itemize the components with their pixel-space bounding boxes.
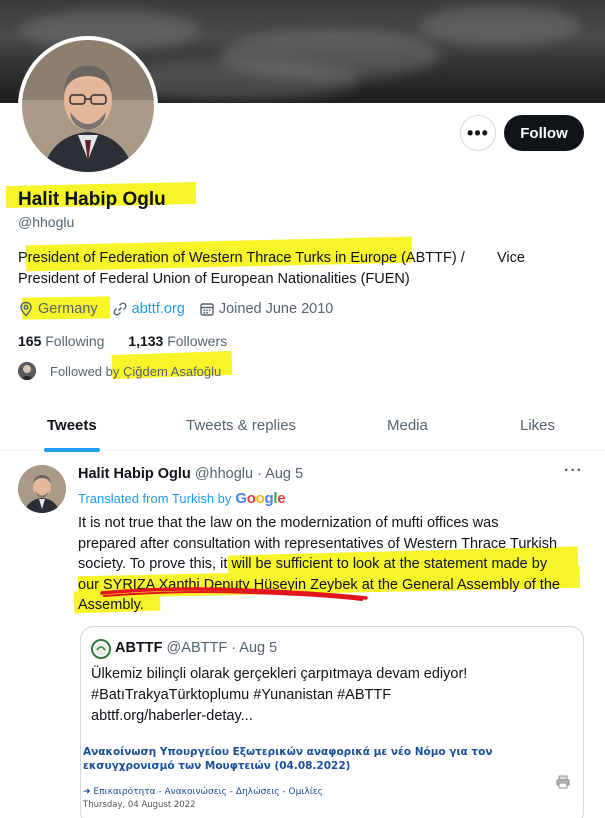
quoted-tweet[interactable]: ABTTF @ABTTF · Aug 5 Ülkemiz bilinçli ol… [80,626,584,818]
tab-media[interactable]: Media [387,417,428,434]
follower-avatar [18,362,36,380]
bio-line-1: President of Federation of Western Thrac… [18,250,525,266]
follow-counts: 165 Following 1,133 Followers [18,333,247,349]
tweet-text-line-3: society. To prove this, it will be suffi… [78,556,548,572]
print-icon [556,775,570,789]
tweet-author-avatar[interactable] [18,465,66,513]
followed-by-text: Followed by Çiğdem Asafoğlu [50,363,222,379]
location-text: Germany [38,301,98,317]
translated-label: Translated from Turkish by [78,491,232,506]
tweet-author-name[interactable]: Halit Habip Oglu [78,466,191,482]
more-icon: ••• [467,122,489,143]
joined-date: Joined June 2010 [199,301,334,317]
quoted-card-date: Thursday, 04 August 2022 [83,800,196,810]
quoted-text-line-3: abttf.org/haberler-detay... [91,708,253,724]
location-pin-icon [20,301,32,317]
quoted-text-line-1: Ülkemiz bilinçli olarak gerçekleri çarpı… [91,666,468,682]
tab-tweets[interactable]: Tweets [47,417,97,434]
profile-tabs: Tweets Tweets & replies Media Likes [0,403,605,452]
following-count: 165 [18,333,42,349]
tweet-text-line-2: prepared after consultation with represe… [78,535,558,552]
translated-by[interactable]: Translated from Turkish by Google [78,490,286,507]
bio-line-2: President of Federal Union of European N… [18,271,410,287]
quoted-card-categories: ➜ Επικαιρότητα - Ανακοινώσεις - Δηλώσεις… [83,787,323,797]
profile-avatar[interactable] [18,36,158,176]
more-options-button[interactable]: ••• [460,115,496,151]
google-logo: Google [235,490,286,507]
tweet-meta[interactable]: @hhoglu · Aug 5 [195,466,303,482]
website[interactable]: abttf.org [112,301,185,317]
tweet-text-line-1: It is not true that the law on the moder… [78,515,499,531]
tweet-more-icon[interactable]: ··· [564,462,583,480]
profile-handle: @hhoglu [18,214,75,230]
quoted-text: Ülkemiz bilinçli olarak gerçekleri çarpı… [91,664,571,727]
followers-count: 1,133 [128,333,164,349]
followers-link[interactable]: 1,133 Followers [128,333,227,349]
red-underline-annotation [100,587,368,601]
website-link[interactable]: abttf.org [132,301,185,317]
follow-button[interactable]: Follow [504,115,584,151]
profile-bio: President of Federation of Western Thrac… [18,248,578,290]
quoted-header: ABTTF @ABTTF · Aug 5 [115,640,277,656]
tab-likes[interactable]: Likes [520,417,555,434]
active-tab-indicator [44,448,100,452]
tab-tweets-replies[interactable]: Tweets & replies [186,417,296,434]
followed-by[interactable]: Followed by Çiğdem Asafoğlu [18,362,221,380]
profile-name: Halit Habip Oglu [18,189,166,210]
location: Germany [18,301,98,317]
followers-label: Followers [167,333,228,349]
quoted-author-name: ABTTF [115,640,163,656]
link-icon [113,302,127,316]
following-link[interactable]: 165 Following [18,333,104,349]
quoted-meta: @ABTTF · Aug 5 [166,640,278,656]
quoted-text-line-2: #BatıTrakyaTürktoplumu #Yunanistan #ABTT… [91,687,392,703]
profile-meta: Germany abttf.org Joined June 2010 [18,301,347,317]
joined-text: Joined June 2010 [218,301,334,317]
tweet-header: Halit Habip Oglu @hhoglu · Aug 5 [78,466,303,482]
quoted-card-categories-text: Επικαιρότητα - Ανακοινώσεις - Δηλώσεις -… [93,787,323,797]
category-arrow-icon: ➜ [83,787,91,797]
following-label: Following [45,333,105,349]
quoted-author-avatar [91,639,111,659]
quoted-card-title: Ανακοίνωση Υπουργείου Εξωτερικών αναφορι… [83,746,493,772]
calendar-icon [200,303,214,316]
